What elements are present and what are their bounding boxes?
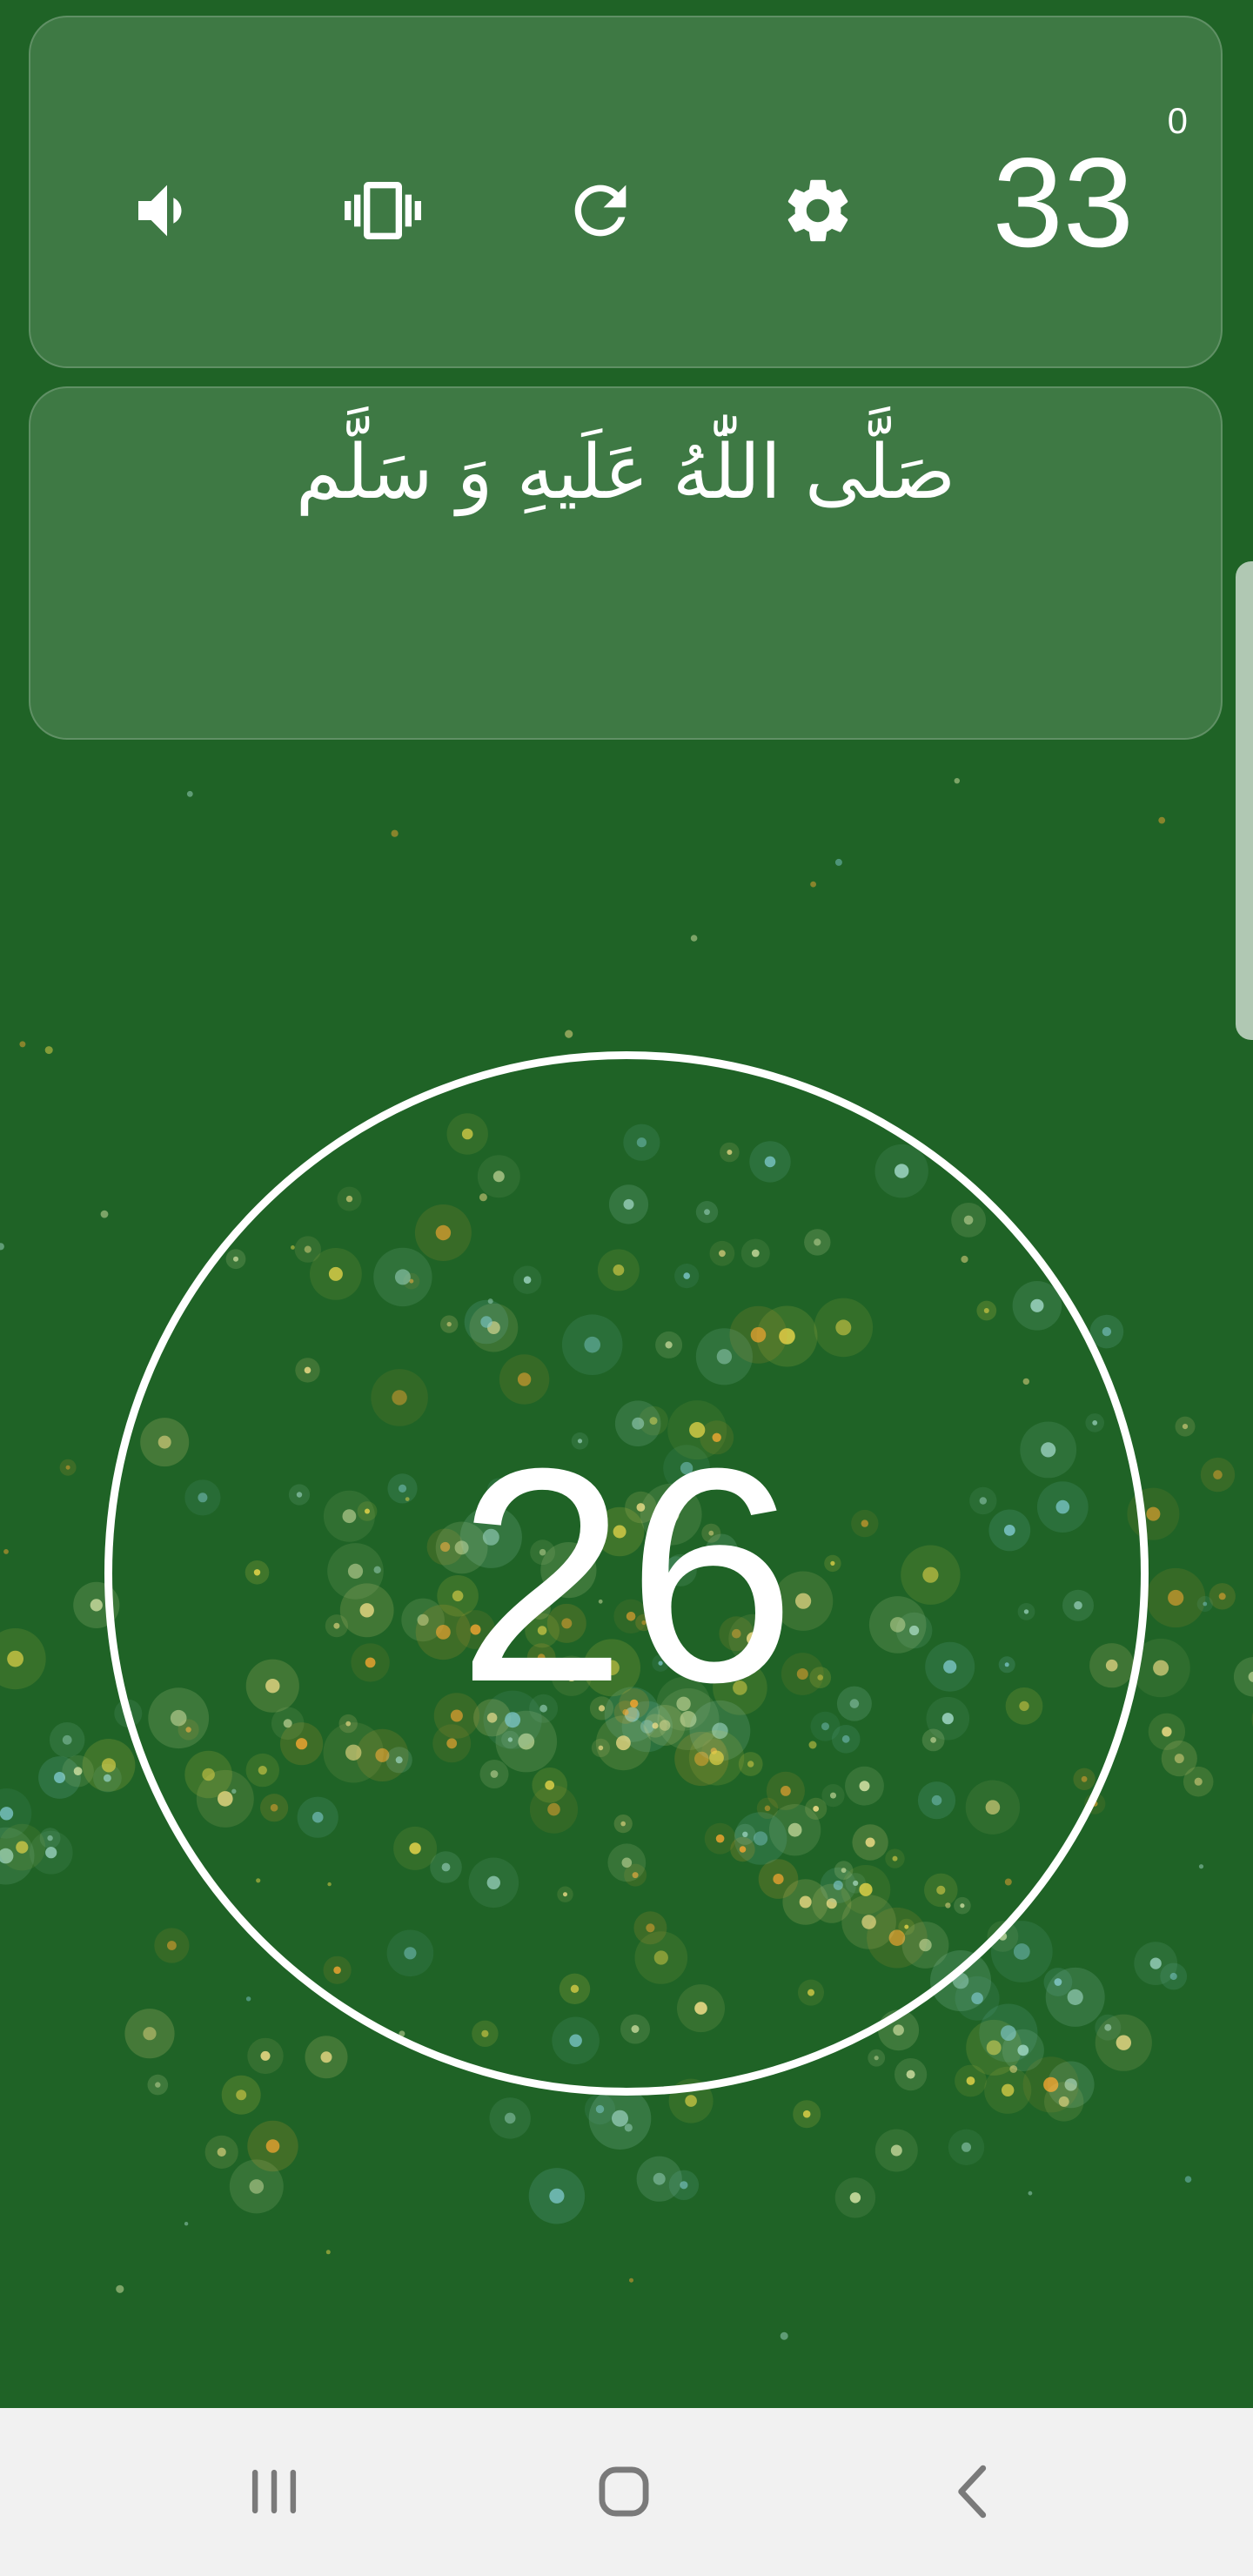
home-icon: [599, 2466, 649, 2517]
back-button[interactable]: [921, 2439, 1026, 2544]
home-button[interactable]: [572, 2439, 676, 2544]
vibration-toggle-button[interactable]: [331, 158, 435, 263]
count-value: 26: [457, 1405, 796, 1746]
reset-button[interactable]: [548, 158, 653, 263]
tap-counter-button[interactable]: 26: [104, 1051, 1149, 2096]
prayer-text: صَلَّى اللّٰهُ عَلَيهِ وَ سَلَّم: [295, 429, 956, 516]
edge-panel-handle[interactable]: [1236, 561, 1253, 1040]
volume-up-icon: [138, 184, 182, 237]
sound-toggle-button[interactable]: [115, 158, 219, 263]
app-background: 33 0 صَلَّى اللّٰهُ عَلَيهِ وَ سَلَّم 26: [0, 0, 1253, 2408]
toolbar-card: 33 0: [29, 16, 1223, 368]
vibration-icon: [345, 182, 421, 239]
system-navigation-bar: [0, 2408, 1253, 2576]
refresh-icon: [574, 184, 626, 237]
settings-button[interactable]: [766, 158, 870, 263]
cycle-count: 0: [1167, 100, 1188, 141]
prayer-card: صَلَّى اللّٰهُ عَلَيهِ وَ سَلَّم: [29, 386, 1223, 740]
recent-apps-icon: [251, 2469, 297, 2514]
gear-icon: [787, 179, 848, 242]
recent-apps-button[interactable]: [222, 2439, 326, 2544]
target-count[interactable]: 33: [993, 139, 1134, 266]
back-icon: [958, 2465, 987, 2519]
